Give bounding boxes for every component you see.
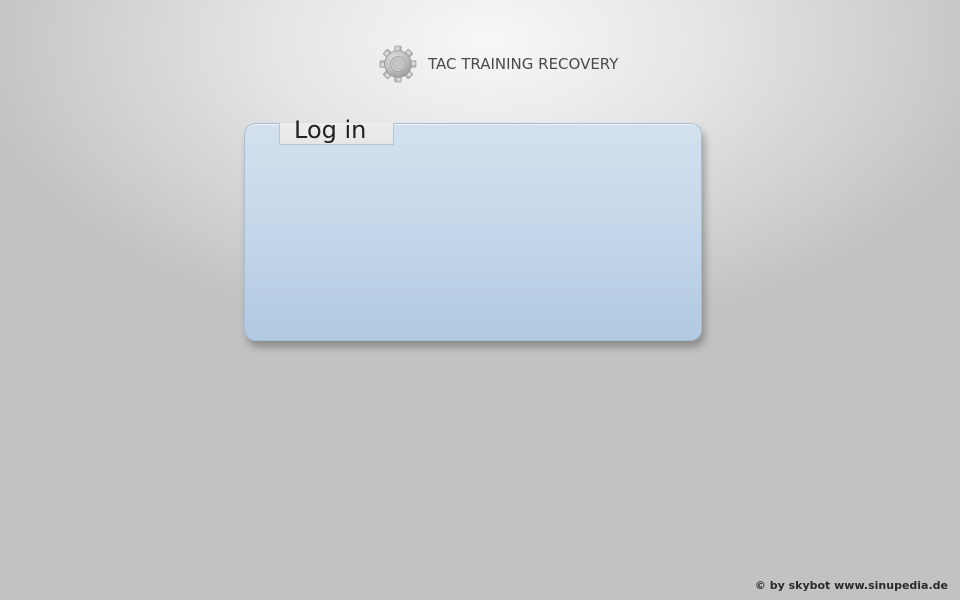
footer-credit: © by skybot www.sinupedia.de bbox=[754, 579, 948, 592]
login-title: Log in bbox=[294, 116, 367, 144]
login-panel-body bbox=[244, 123, 702, 341]
gear-icon bbox=[379, 45, 417, 83]
app-header: TAC TRAINING RECOVERY bbox=[379, 45, 618, 83]
login-panel: Log in bbox=[244, 116, 702, 343]
app-title: TAC TRAINING RECOVERY bbox=[428, 55, 619, 73]
